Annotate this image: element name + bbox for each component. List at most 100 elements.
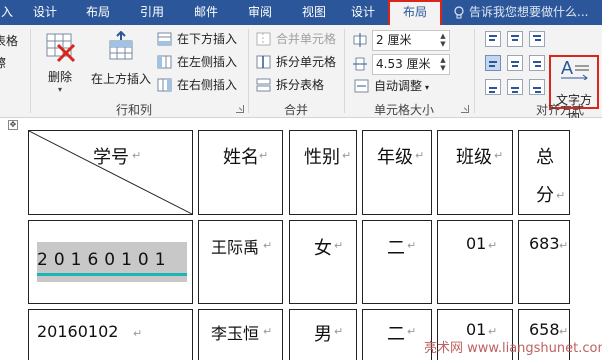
chevron-down-icon: ▾: [57, 85, 62, 94]
name-value: 李玉恒: [211, 324, 260, 343]
insert-row-above-icon: [109, 30, 133, 60]
table-cell-gender[interactable]: 男 ↵: [289, 309, 357, 360]
split-table-icon: [256, 78, 271, 92]
name-value: 王际禹: [211, 238, 260, 257]
paragraph-mark-icon: ↵: [559, 239, 569, 252]
header-cell-class[interactable]: 班级 ↵: [437, 130, 513, 215]
paragraph-mark-icon: ↵: [263, 325, 273, 338]
rows-columns-launcher-icon[interactable]: [236, 105, 244, 113]
table-cell-name[interactable]: 王际禹 ↵: [198, 220, 283, 304]
cell-size-launcher-icon[interactable]: [461, 105, 469, 113]
header-grade: 年级: [377, 147, 413, 168]
table-cell-id[interactable]: 20160102 ↵: [28, 309, 193, 360]
table-cell-total[interactable]: 683 ↵: [518, 220, 570, 304]
ribbon-body: 表格 擦 删除 ▾ 在上方插入 在下方插入 在左侧插入 在右侧插入 行和列 合并…: [0, 25, 602, 124]
paragraph-mark-icon: ↵: [407, 239, 417, 252]
align-bottom-right-button[interactable]: [529, 79, 545, 95]
merge-cells-icon: [256, 32, 271, 46]
align-middle-right-button[interactable]: [529, 55, 545, 71]
tab-references[interactable]: 引用: [129, 0, 175, 25]
autofit-button[interactable]: 自动调整 ▾: [354, 76, 429, 96]
alignment-group-label: 对齐方式: [536, 103, 585, 117]
lightbulb-icon: [454, 5, 464, 18]
header-name: 姓名: [223, 147, 259, 168]
split-table-button[interactable]: 拆分表格: [256, 75, 324, 95]
insert-column-right-icon: [157, 78, 172, 92]
group-separator: [344, 29, 345, 113]
gender-value: 男: [314, 324, 332, 345]
insert-column-left-icon: [157, 55, 172, 69]
tell-me-search[interactable]: 告诉我您想要做什么...: [453, 0, 588, 25]
svg-text:A: A: [561, 58, 573, 78]
spinner-arrows-icon[interactable]: ▲ ▼: [439, 56, 447, 73]
group-separator: [474, 29, 475, 113]
tell-me-text: 告诉我您想要做什么...: [469, 5, 589, 19]
column-width-value: 4.53 厘米: [376, 57, 431, 71]
table-cell-id[interactable]: 20160101: [28, 220, 193, 304]
table-cell-grade[interactable]: 二 ↵: [362, 309, 432, 360]
draw-table-button[interactable]: 表格: [0, 31, 18, 51]
header-total-line1: 总: [536, 147, 554, 168]
insert-above-button[interactable]: 在上方插入: [90, 30, 152, 87]
align-middle-center-button[interactable]: [507, 55, 523, 71]
tab-insert-partial[interactable]: 入: [0, 0, 14, 25]
header-cell-name[interactable]: 姓名 ↵: [198, 130, 283, 215]
eraser-label: 擦: [0, 56, 7, 70]
header-cell-gender[interactable]: 性别 ↵: [289, 130, 357, 215]
spinner-arrows-icon[interactable]: ▲ ▼: [439, 32, 447, 49]
header-gender: 性别: [304, 147, 340, 168]
align-middle-left-button[interactable]: [485, 55, 501, 71]
paragraph-mark-icon: ↵: [133, 327, 143, 340]
column-width-input[interactable]: 4.53 厘米 ▲ ▼: [372, 54, 450, 75]
split-cells-icon: [256, 55, 271, 69]
insert-left-button[interactable]: 在左侧插入: [157, 52, 237, 72]
insert-right-button[interactable]: 在右侧插入: [157, 75, 237, 95]
delete-button[interactable]: 删除 ▾: [40, 31, 80, 94]
align-bottom-center-button[interactable]: [507, 79, 523, 95]
group-separator: [248, 29, 249, 113]
align-top-right-button[interactable]: [529, 31, 545, 47]
tab-layout[interactable]: 布局: [75, 0, 121, 25]
insert-below-button[interactable]: 在下方插入: [157, 29, 237, 49]
tab-view[interactable]: 视图: [291, 0, 337, 25]
draw-table-label: 表格: [0, 34, 19, 48]
table-cell-name[interactable]: 李玉恒 ↵: [198, 309, 283, 360]
align-bottom-left-button[interactable]: [485, 79, 501, 95]
class-value: 01: [466, 234, 487, 253]
paragraph-mark-icon: ↵: [494, 149, 504, 162]
autofit-label: 自动调整: [374, 79, 423, 93]
eraser-button[interactable]: 擦: [0, 53, 6, 73]
student-id-value: 20160101: [37, 250, 172, 270]
tab-table-layout[interactable]: 布局: [388, 0, 442, 25]
paragraph-mark-icon: ↵: [488, 239, 498, 252]
tab-review[interactable]: 审阅: [237, 0, 283, 25]
align-top-center-button[interactable]: [507, 31, 523, 47]
header-cell-grade[interactable]: 年级 ↵: [362, 130, 432, 215]
split-cells-button[interactable]: 拆分单元格: [256, 52, 336, 72]
total-value: 683: [529, 234, 560, 253]
autofit-icon: [354, 79, 369, 93]
column-width-icon: [353, 57, 367, 71]
chevron-down-icon: ▾: [425, 83, 430, 92]
header-cell-total[interactable]: 总 分 ↵: [518, 130, 570, 215]
tab-table-design[interactable]: 设计: [340, 0, 386, 25]
cell-size-group-label: 单元格大小: [374, 103, 435, 117]
split-table-label: 拆分表格: [276, 78, 325, 92]
align-top-left-button[interactable]: [485, 31, 501, 47]
merge-cells-button[interactable]: 合并单元格: [256, 29, 336, 49]
table-move-handle-icon[interactable]: ✥: [8, 120, 18, 130]
header-corner-cell[interactable]: 学号 ↵: [28, 130, 193, 215]
table-cell-class[interactable]: 01 ↵: [437, 220, 513, 304]
insert-below-label: 在下方插入: [177, 32, 238, 46]
tab-design[interactable]: 设计: [22, 0, 68, 25]
group-separator: [30, 29, 31, 113]
table-cell-grade[interactable]: 二 ↵: [362, 220, 432, 304]
paragraph-mark-icon: ↵: [556, 189, 566, 202]
row-height-value: 2 厘米: [376, 33, 412, 47]
row-height-input[interactable]: 2 厘米 ▲ ▼: [372, 30, 450, 51]
table-cell-gender[interactable]: 女 ↵: [289, 220, 357, 304]
rows-columns-group-label: 行和列: [116, 103, 153, 117]
header-class: 班级: [456, 147, 492, 168]
grade-value: 二: [387, 238, 405, 259]
tab-mailings[interactable]: 邮件: [183, 0, 229, 25]
